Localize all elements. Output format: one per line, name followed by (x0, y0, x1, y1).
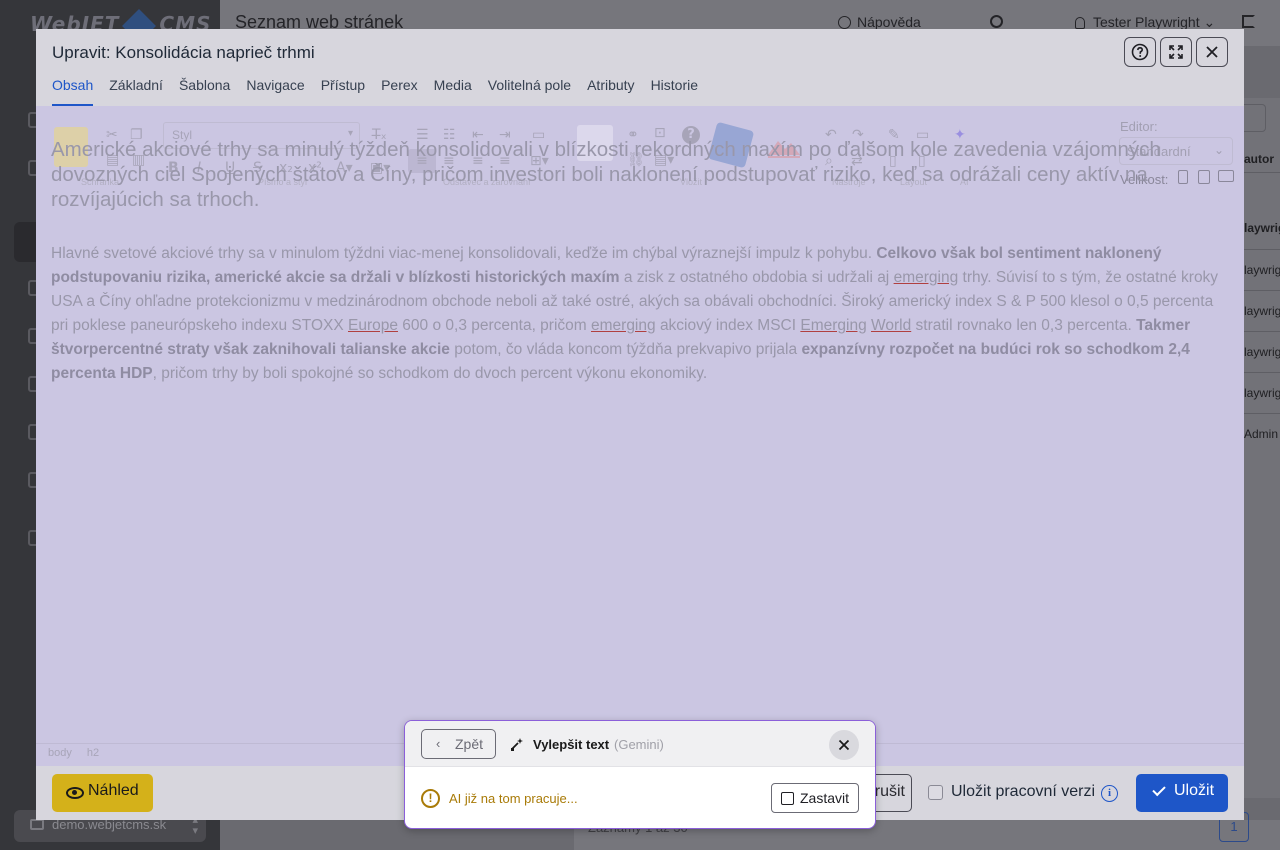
monitor-icon (30, 819, 44, 830)
help-icon (838, 16, 851, 29)
stop-label: Zastavit (800, 790, 850, 806)
info-icon[interactable]: i (1101, 785, 1118, 802)
fullscreen-button[interactable] (1160, 37, 1192, 67)
close-icon (1206, 46, 1218, 58)
close-modal-button[interactable] (1196, 37, 1228, 67)
chevron-left-icon: ‹ (436, 736, 441, 751)
help-link[interactable]: Nápověda (838, 14, 921, 30)
ai-popup-title: Vylepšit text (533, 737, 610, 752)
chevron-down-icon: ⌄ (1203, 14, 1216, 30)
tab-historie[interactable]: Historie (651, 76, 698, 106)
magic-wand-icon (511, 738, 523, 751)
user-name: Tester Playwright (1093, 14, 1200, 30)
modal-title: Upravit: Konsolidácia naprieč trhmi (52, 43, 315, 62)
expand-icon (1169, 45, 1183, 59)
table-cell: laywrig (1244, 345, 1280, 359)
table-cell: Admin (1244, 427, 1279, 441)
back-label: Zpět (455, 736, 484, 752)
tab-sablona[interactable]: Šablona (179, 76, 230, 106)
table-cell: laywrig (1244, 304, 1280, 318)
stop-button[interactable]: Zastavit (771, 783, 859, 813)
work-version-label[interactable]: Uložit pracovní verzi (951, 783, 1095, 801)
table-cell: laywrig (1244, 386, 1280, 400)
warning-icon: ! (421, 789, 440, 808)
ai-popup-header: ‹ Zpět Vylepšit text (Gemini) (405, 721, 875, 767)
preview-button[interactable]: Náhled (52, 774, 153, 812)
edit-page-modal: Upravit: Konsolidácia naprieč trhmi Obsa… (36, 29, 1244, 820)
tab-volitelna-pole[interactable]: Volitelná pole (488, 76, 571, 106)
check-icon (1152, 782, 1166, 797)
tab-pristup[interactable]: Přístup (321, 76, 365, 106)
table-cell: laywrig (1244, 263, 1280, 277)
editor-label: Editor: (1120, 119, 1158, 134)
logout-icon[interactable] (1242, 15, 1255, 28)
tab-obsah[interactable]: Obsah (52, 76, 94, 106)
editor-content[interactable]: Americké akciové trhy sa minulý týždeň k… (51, 137, 1231, 386)
search-icon[interactable] (990, 15, 1003, 28)
content-paragraph: Hlavné svetové akciové trhy sa v minulom… (51, 245, 1219, 382)
ai-assistant-popup: ‹ Zpět Vylepšit text (Gemini) ! AI již na… (404, 720, 876, 829)
help-label: Nápověda (857, 14, 921, 30)
back-button[interactable]: ‹ Zpět (421, 729, 496, 759)
user-icon (1075, 17, 1085, 29)
tab-navigace[interactable]: Navigace (246, 76, 304, 106)
tab-perex[interactable]: Perex (381, 76, 418, 106)
save-label: Uložit (1174, 782, 1215, 799)
table-cell: laywrig (1244, 221, 1280, 235)
preview-label: Náhled (88, 782, 139, 799)
ai-provider: (Gemini) (614, 737, 664, 752)
stop-icon (781, 792, 794, 805)
close-icon (838, 739, 850, 751)
tab-atributy[interactable]: Atributy (587, 76, 634, 106)
path-body[interactable]: body (48, 747, 72, 759)
modal-tabs: Obsah Základní Šablona Navigace Přístup … (52, 76, 714, 106)
table-header-cell[interactable]: autor (1244, 152, 1274, 166)
close-popup-button[interactable] (829, 730, 859, 760)
work-version-checkbox[interactable] (928, 785, 943, 800)
tab-media[interactable]: Media (434, 76, 472, 106)
ai-status-message: AI již na tom pracuje... (449, 791, 578, 806)
content-heading: Americké akciové trhy sa minulý týždeň k… (51, 138, 1161, 211)
eye-icon (66, 787, 84, 799)
save-button[interactable]: Uložit (1136, 774, 1228, 812)
tab-zakladni[interactable]: Základní (109, 76, 163, 106)
path-h2[interactable]: h2 (87, 747, 99, 759)
question-icon (1131, 43, 1149, 61)
help-button[interactable] (1124, 37, 1156, 67)
